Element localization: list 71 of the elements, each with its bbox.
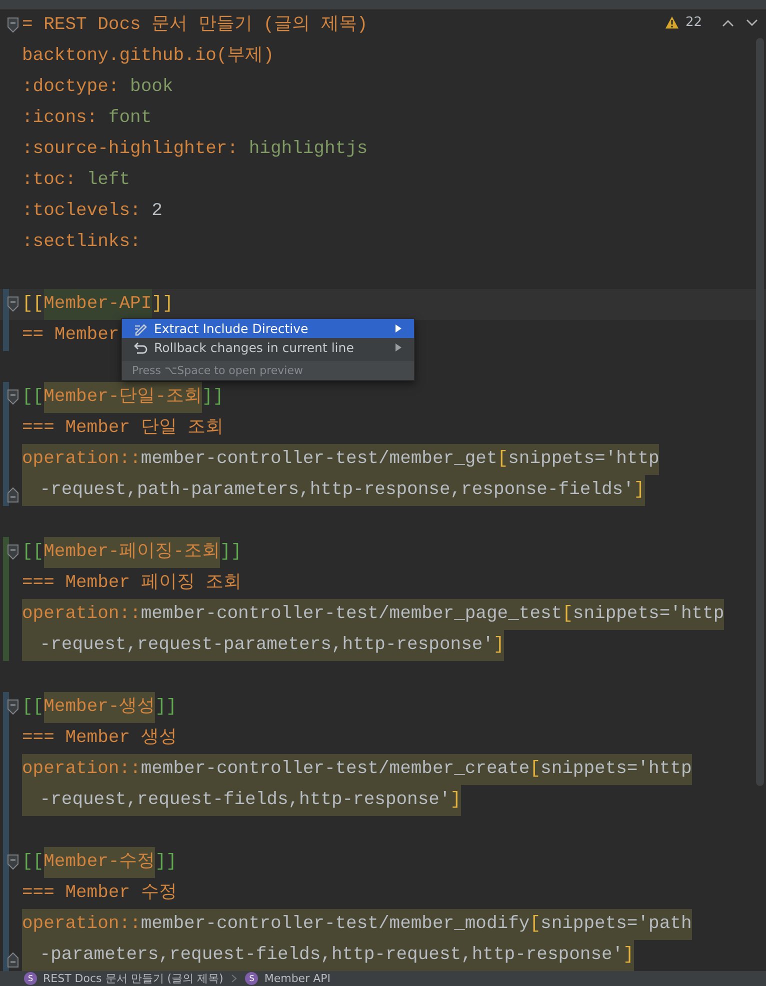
- heading-text: === Member 생성: [22, 727, 177, 750]
- bracket-text: [: [497, 448, 508, 471]
- code-text: member-controller-test/member_create: [140, 758, 530, 781]
- attribute-name: :icons:: [22, 107, 98, 130]
- bracket-text: [: [562, 603, 573, 626]
- heading-text: === Member 단일 조회: [22, 417, 224, 440]
- undo-icon: [134, 340, 148, 354]
- macro-name: operation::: [22, 603, 141, 626]
- bracket-text: ]]: [155, 851, 177, 874]
- bracket-text: ]]: [202, 386, 224, 409]
- chevron-down-icon[interactable]: [746, 18, 758, 26]
- chevron-up-icon[interactable]: [722, 18, 734, 26]
- menu-item[interactable]: Rollback changes in current line: [122, 338, 414, 357]
- bracket-text: ]: [623, 944, 634, 967]
- code-text: snippets='http: [540, 758, 692, 781]
- chevron-right-icon: [231, 974, 238, 983]
- bracket-text: [[: [22, 541, 44, 564]
- warning-count: 22: [685, 15, 702, 30]
- bracket-text: ]]: [152, 293, 174, 316]
- attribute-value: left: [86, 169, 130, 192]
- breadcrumb[interactable]: S Member API: [245, 972, 330, 985]
- code-text: member-controller-test/member_page_test: [140, 603, 562, 626]
- code-text: -parameters,request-fields,http-request,http-response': [38, 944, 624, 967]
- macro-name: operation::: [22, 758, 141, 781]
- anchor-id: Member-수정: [44, 847, 156, 878]
- attribute-name: :doctype:: [22, 76, 120, 99]
- attribute-name: :toc:: [22, 169, 76, 192]
- code-text: -request,request-fields,http-response': [38, 789, 450, 812]
- bracket-text: ]]: [220, 541, 242, 564]
- anchor-id: Member-페이징-조회: [44, 537, 220, 568]
- attribute-value: book: [129, 76, 174, 99]
- attribute-value: highlightjs: [248, 138, 368, 161]
- code-text: snippets='http: [572, 603, 724, 626]
- code-text: -request,path-parameters,http-response,response-fields': [38, 479, 634, 502]
- heading-text: = REST Docs 문서 만들기 (글의 제목): [22, 14, 368, 37]
- macro-name: operation::: [22, 913, 141, 936]
- anchor-id: Member-단일-조회: [44, 382, 202, 413]
- bracket-text: [: [530, 758, 541, 781]
- heading-text: === Member 페이징 조회: [22, 572, 242, 595]
- pencil-icon: [134, 322, 148, 336]
- bracket-text: [[: [22, 851, 44, 874]
- bracket-text: ]: [493, 634, 504, 657]
- badge-icon: S: [245, 972, 258, 985]
- code-text: member-controller-test/member_modify: [140, 913, 530, 936]
- breadcrumb[interactable]: S REST Docs 문서 만들기 (글의 제목): [24, 971, 224, 986]
- attribute-name: :toclevels:: [22, 200, 141, 223]
- code-text: 2: [150, 200, 162, 223]
- bracket-text: ]]: [155, 696, 177, 719]
- anchor-id: Member-API: [44, 289, 152, 320]
- bracket-text: [[: [22, 293, 44, 316]
- popup-hint: Press ⌥Space to open preview: [122, 361, 414, 380]
- bracket-text: [: [530, 913, 541, 936]
- macro-name: operation::: [22, 448, 141, 471]
- bracket-text: ]: [450, 789, 462, 812]
- attribute-name: :sectlinks:: [22, 231, 141, 254]
- warning-icon: [665, 16, 680, 29]
- code-text: member-controller-test/member_get: [140, 448, 498, 471]
- badge-icon: S: [24, 972, 37, 985]
- menu-item[interactable]: Extract Include Directive: [122, 319, 414, 338]
- code-text: snippets='path: [540, 913, 692, 936]
- heading-text: == Member: [22, 324, 120, 347]
- anchor-id: Member-생성: [44, 692, 156, 723]
- attribute-value: font: [107, 107, 152, 130]
- bracket-text: [[: [22, 696, 44, 719]
- heading-text: backtony.github.io(부제): [22, 45, 274, 68]
- bracket-text: ]: [634, 479, 645, 502]
- code-text: snippets='http: [508, 448, 660, 471]
- bracket-text: [[: [22, 386, 44, 409]
- code-text: -request,request-parameters,http-response': [38, 634, 494, 657]
- heading-text: === Member 수정: [22, 882, 177, 905]
- attribute-name: :source-highlighter:: [22, 138, 238, 161]
